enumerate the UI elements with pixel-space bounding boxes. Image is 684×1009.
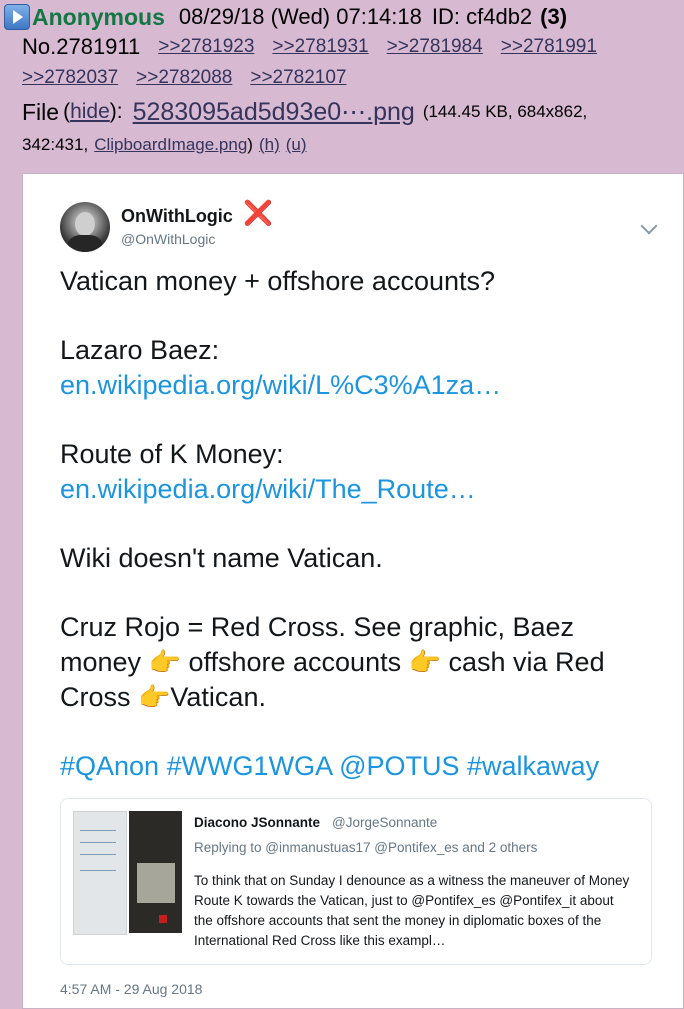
tweet-line: Vatican money + offshore accounts? [60, 266, 496, 296]
quoted-text: To think that on Sunday I denounce as a … [194, 873, 630, 948]
poster-id-count: (3) [540, 4, 568, 29]
post-date: 08/29/18 (Wed) 07:14:18 [178, 4, 422, 29]
tweet-text-part: offshore accounts [188, 647, 402, 677]
file-thumb-dims: 342:431, [22, 135, 89, 154]
file-close-paren: ) [247, 135, 253, 154]
tweet-link: en.wikipedia.org/wiki/L%C3%A1za… [60, 370, 502, 400]
post-info-row: Anonymous 08/29/18 (Wed) 07:14:18 ID: cf… [2, 2, 682, 32]
image-search-h-link[interactable]: (h) [259, 135, 280, 155]
post-replies-row: >>2782037 >>2782088 >>2782107 [2, 62, 682, 94]
file-info-row: File (hide): 5283095ad5d93e0⋯.png (144.4… [2, 94, 682, 130]
reply-link[interactable]: >>2782107 [250, 67, 346, 89]
tweet-hashtags: #QAnon #WWG1WGA @POTUS #walkaway [60, 751, 600, 781]
hide-file-link[interactable]: hide [70, 100, 110, 124]
expand-icon[interactable] [4, 4, 30, 30]
quoted-replying-to: Replying to @inmanustuas17 @Pontifex_es … [194, 840, 538, 855]
file-label: File [22, 98, 60, 125]
quoted-image-box [129, 811, 182, 933]
hide-close-paren: ): [109, 100, 123, 123]
original-filename-link[interactable]: ClipboardImage.png [94, 135, 247, 155]
post-number-row: No.2781911 >>2781923 >>2781931 >>2781984… [2, 32, 682, 62]
tweet-line: Cruz Rojo = Red Cross. See graphic, Baez… [60, 610, 660, 715]
pointing-hand-icon: 👉 [138, 682, 171, 712]
reply-link[interactable]: >>2781984 [387, 36, 483, 58]
pointing-hand-icon: 👉 [148, 647, 181, 677]
quoted-handle: @JorgeSonnante [332, 815, 438, 830]
reply-link[interactable]: >>2781931 [272, 36, 368, 58]
quoted-image-graphic [73, 811, 127, 935]
poster-id[interactable]: ID: cf4db2 [432, 4, 532, 30]
post-number[interactable]: No.2781911 [22, 34, 140, 60]
tweet-line: Lazaro Baez: [60, 335, 220, 365]
attached-tweet-image[interactable]: OnWithLogic ❌ @OnWithLogic Vatican money… [22, 173, 684, 1009]
tweet-line: Wiki doesn't name Vatican. [60, 543, 383, 573]
reply-link[interactable]: >>2782088 [136, 67, 232, 89]
avatar [60, 202, 110, 252]
file-meta: (144.45 KB, 684x862, [422, 102, 588, 121]
tweet-handle: @OnWithLogic [121, 231, 216, 247]
chevron-down-icon [640, 217, 658, 235]
tweet-line: Route of K Money: [60, 439, 284, 469]
hide-open-paren: ( [63, 100, 71, 123]
tweet-timestamp: 4:57 AM - 29 Aug 2018 [60, 981, 203, 997]
tweet-text-part: Vatican. [170, 682, 266, 712]
quoted-display-name: Diacono JSonnante [194, 815, 321, 830]
post-header: Anonymous 08/29/18 (Wed) 07:14:18 ID: cf… [2, 2, 682, 160]
reply-link[interactable]: >>2781991 [501, 36, 597, 58]
file-info-row-2: 342:431, ClipboardImage.png) (h) (u) [2, 130, 682, 160]
quoted-tweet: Diacono JSonnante @JorgeSonnante Replyin… [60, 798, 652, 965]
pointing-hand-icon: 👉 [408, 647, 441, 677]
reply-link[interactable]: >>2781923 [158, 36, 254, 58]
tweet-link: en.wikipedia.org/wiki/The_Route… [60, 474, 476, 504]
reply-link[interactable]: >>2782037 [22, 67, 118, 89]
tweet-display-name: OnWithLogic [121, 206, 233, 226]
file-name-link[interactable]: 5283095ad5d93e0⋯.png [133, 97, 415, 127]
image-search-u-link[interactable]: (u) [286, 135, 307, 155]
poster-name: Anonymous [32, 3, 165, 30]
tweet-body: Vatican money + offshore accounts? Lazar… [60, 264, 660, 784]
red-x-icon: ❌ [243, 200, 273, 227]
